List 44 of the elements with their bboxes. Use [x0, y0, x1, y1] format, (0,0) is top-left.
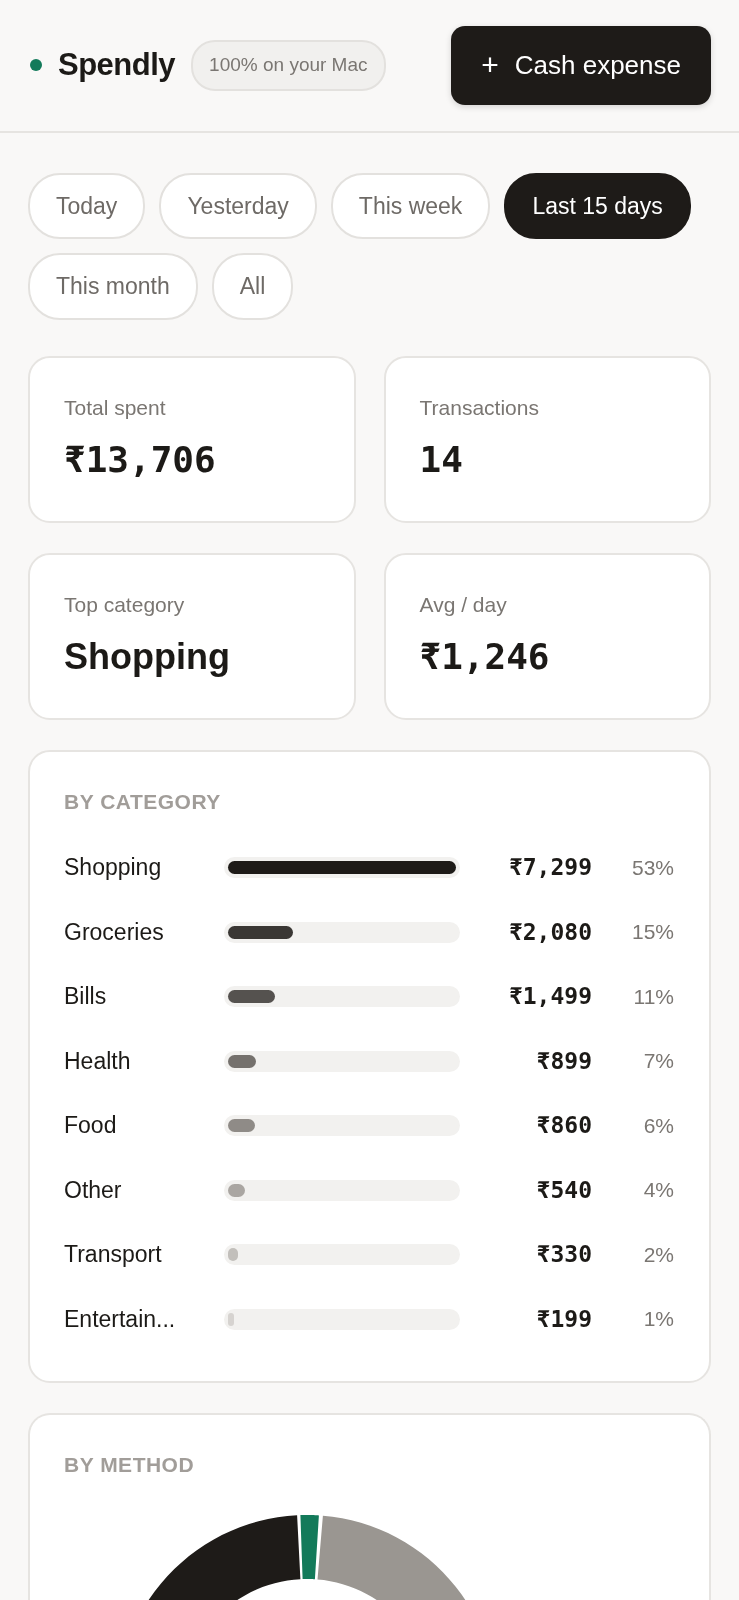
category-name: Entertain...	[64, 1304, 177, 1334]
local-badge: 100% on your Mac	[191, 40, 386, 91]
stat-label: Top category	[64, 591, 186, 618]
stat-label: Total spent	[64, 394, 167, 421]
category-amount: ₹199	[535, 1304, 592, 1334]
category-name: Shopping	[64, 853, 163, 883]
status-dot	[30, 59, 42, 72]
category-name: Groceries	[64, 917, 165, 947]
period-tab[interactable]: All	[211, 253, 294, 320]
section-title: BY METHOD	[64, 1452, 196, 1479]
category-amount: ₹2,080	[507, 917, 592, 947]
period-tab[interactable]: Last 15 days	[504, 172, 691, 240]
period-tab[interactable]: This month	[28, 253, 198, 320]
period-tab[interactable]: This week	[330, 172, 491, 240]
period-tab[interactable]: Yesterday	[159, 172, 317, 240]
category-name: Bills	[64, 982, 108, 1012]
category-share: 53%	[630, 854, 674, 881]
category-name: Transport	[64, 1240, 163, 1270]
cash-expense-button[interactable]: + Cash expense	[451, 26, 711, 105]
category-share: 11%	[632, 983, 674, 1010]
stat-label: Avg / day	[419, 591, 508, 618]
stat-value: 14	[419, 438, 464, 483]
category-name: Food	[64, 1111, 118, 1141]
category-amount: ₹540	[535, 1175, 592, 1205]
category-amount: ₹860	[535, 1111, 592, 1141]
category-amount: ₹1,499	[507, 982, 592, 1012]
category-share: 4%	[642, 1177, 674, 1204]
stat-value: Shopping	[64, 635, 231, 680]
category-name: Other	[64, 1175, 123, 1205]
category-name: Health	[64, 1046, 132, 1076]
category-share: 15%	[630, 919, 674, 946]
section-title: BY CATEGORY	[64, 788, 222, 815]
stat-label: Transactions	[419, 394, 540, 421]
category-amount: ₹899	[535, 1046, 592, 1076]
category-share: 6%	[642, 1112, 674, 1139]
category-amount: ₹7,299	[507, 853, 592, 883]
stat-value: ₹13,706	[64, 438, 217, 483]
period-tab[interactable]: Today	[28, 172, 146, 240]
category-share: 7%	[642, 1048, 674, 1075]
category-amount: ₹330	[535, 1240, 592, 1270]
category-share: 1%	[642, 1306, 674, 1333]
category-share: 2%	[642, 1241, 674, 1268]
app-name: Spendly	[58, 46, 176, 85]
stat-value: ₹1,246	[419, 635, 551, 680]
